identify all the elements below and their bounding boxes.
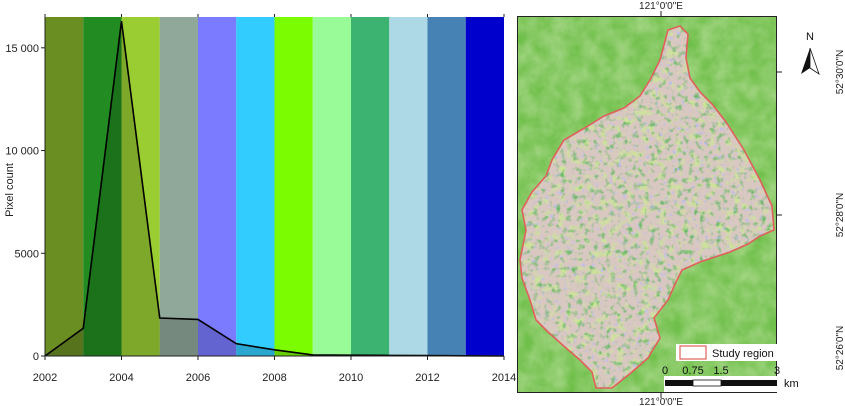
bottom-coord-label: 121°0'0"E bbox=[639, 397, 683, 406]
north-arrow-icon bbox=[801, 47, 820, 75]
scale-label-0: 0 bbox=[662, 365, 668, 377]
scale-label-2: 1.5 bbox=[713, 365, 728, 377]
right-coord-label-3: 52°26'0"N bbox=[835, 326, 845, 371]
scale-label-3: 3 bbox=[774, 365, 780, 377]
top-coord-label: 121°0'0"E bbox=[639, 1, 683, 12]
right-coord-label-1: 52°30'0"N bbox=[835, 50, 845, 95]
scale-unit: km bbox=[784, 378, 799, 390]
study-region-swatch bbox=[679, 345, 707, 360]
study-region-map: 121°0'0"E 121°0'0"E 52°30'0"N 52°28'0"N … bbox=[517, 1, 845, 406]
north-label: N bbox=[806, 31, 814, 43]
right-coord-label-2: 52°28'0"N bbox=[835, 193, 845, 238]
scale-label-1: 0.75 bbox=[682, 365, 703, 377]
legend-label: Study region bbox=[712, 348, 774, 360]
